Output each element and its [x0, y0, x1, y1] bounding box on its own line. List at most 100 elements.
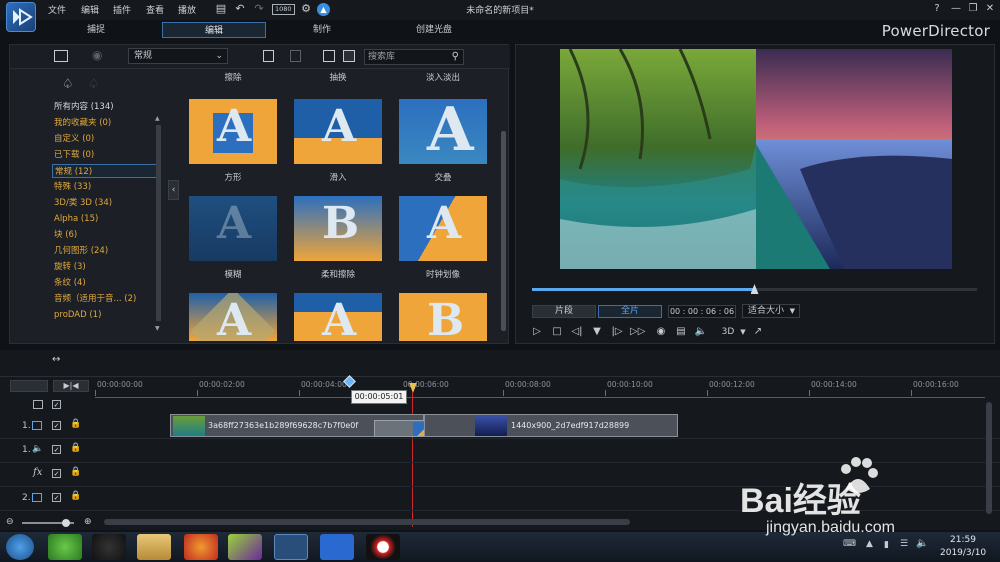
resolution-badge[interactable]: 1080	[272, 4, 295, 15]
video-clip-sea[interactable]: 1440x900_2d7edf917d28899	[424, 414, 678, 437]
transition-thumbnail[interactable]: A	[399, 99, 487, 164]
snapshot-camera-icon[interactable]: ◉	[654, 325, 668, 339]
transition-thumbnail[interactable]: A	[294, 99, 382, 164]
timeline-fit-button[interactable]: ▶|◀	[53, 380, 89, 392]
track-manager-button[interactable]	[10, 380, 48, 392]
transition-thumbnail[interactable]: B	[294, 196, 382, 261]
preview-screen[interactable]	[560, 49, 952, 269]
zoom-slider-knob[interactable]	[62, 519, 70, 527]
transition-thumbnail[interactable]: B	[399, 293, 487, 341]
stop-icon[interactable]: □	[550, 325, 564, 339]
redo-icon[interactable]: ↷	[252, 2, 266, 16]
menu-edit[interactable]: 编辑	[81, 3, 99, 16]
seekbar-fill	[532, 288, 755, 291]
close-icon[interactable]: ✕	[983, 2, 997, 16]
grid-scrollbar[interactable]	[500, 71, 507, 343]
movie-mode-button[interactable]: 全片	[598, 305, 662, 318]
transition-preview-letter: A	[217, 198, 252, 249]
next-frame-icon[interactable]: |▷	[610, 325, 624, 339]
fit-timeline-icon[interactable]: ↔	[52, 354, 60, 365]
split-icon[interactable]: ▼	[590, 325, 604, 339]
transition-label: 方形	[224, 173, 242, 183]
media-player-icon[interactable]	[320, 534, 354, 560]
video-track-2-checkbox[interactable]: ✓	[52, 493, 61, 502]
transition-thumbnail[interactable]: A	[399, 196, 487, 261]
save-icon[interactable]: ▤	[214, 2, 228, 16]
ruler-time-label: 00:00:16:00	[913, 380, 959, 389]
fit-size-dropdown[interactable]: 适合大小 ▼	[742, 304, 800, 318]
subtitle-icon[interactable]: ▤	[674, 325, 688, 339]
browser-360-icon[interactable]	[48, 534, 82, 560]
preview-seekbar[interactable]	[532, 284, 977, 294]
transition-label: 滑入	[329, 173, 347, 183]
track-preview-icon[interactable]	[33, 400, 43, 409]
menu-play[interactable]: 播放	[178, 3, 196, 16]
preview-panel: 片段 全片 00 : 00 : 06 : 06 适合大小 ▼ ▷ □ ◁| ▼ …	[515, 44, 995, 344]
start-button-icon[interactable]	[6, 534, 34, 560]
audio-track-1-checkbox[interactable]: ✓	[52, 445, 61, 454]
tab-edit[interactable]: 编辑	[162, 22, 266, 38]
recorder-icon[interactable]	[366, 534, 400, 560]
grid-scroll-thumb[interactable]	[501, 131, 506, 331]
zoom-out-icon[interactable]: ⊖	[6, 517, 14, 527]
transition-grid: A 方形 A 滑入 A 交叠 A 模糊 B 柔和擦除 A 时钟划像 A A B	[10, 45, 510, 345]
timeline-horizontal-scrollbar[interactable]	[104, 519, 630, 525]
clip-mode-button[interactable]: 片段	[532, 305, 596, 318]
transition-thumbnail[interactable]: A	[294, 293, 382, 341]
restore-icon[interactable]: ❐	[966, 2, 980, 16]
volume-icon[interactable]: 🔈	[694, 325, 708, 339]
menu-file[interactable]: 文件	[48, 3, 66, 16]
track-number: 1.	[22, 421, 31, 431]
transition-thumbnail[interactable]: A	[189, 99, 277, 164]
transition-preview-letter: B	[322, 198, 360, 249]
menu-plugins[interactable]: 插件	[113, 3, 131, 16]
transition-preview-letter: A	[427, 99, 474, 164]
undo-icon[interactable]: ↶	[233, 2, 247, 16]
audio-track-icon: 🔈	[32, 444, 44, 454]
lock-icon[interactable]: 🔒	[70, 467, 81, 477]
help-icon[interactable]: ?	[930, 2, 944, 16]
zoom-slider[interactable]	[22, 519, 74, 527]
ruler-tick	[605, 390, 606, 396]
timecode-display[interactable]: 00 : 00 : 06 : 06	[668, 305, 736, 318]
tab-capture[interactable]: 捕捉	[60, 22, 132, 38]
clip-thumbnail	[173, 416, 205, 436]
track-number: 2.	[22, 493, 31, 503]
timeline-ruler[interactable]: 00:00:00:00 00:00:02:00 00:00:04:00 00:00:0…	[95, 376, 985, 396]
menu-view[interactable]: 查看	[146, 3, 164, 16]
video-track-icon	[32, 421, 42, 430]
tab-create-disc[interactable]: 创建光盘	[398, 22, 470, 38]
transition-preview-letter: A	[217, 295, 252, 341]
prev-frame-icon[interactable]: ◁|	[570, 325, 584, 339]
ruler-baseline	[95, 397, 985, 398]
upgrade-icon[interactable]: ▲	[317, 3, 330, 16]
video-track-1-checkbox[interactable]: ✓	[52, 421, 61, 430]
play-icon[interactable]: ▷	[530, 325, 544, 339]
lock-icon[interactable]: 🔒	[70, 419, 81, 429]
fx-track-checkbox[interactable]: ✓	[52, 469, 61, 478]
app-logo	[6, 2, 36, 32]
settings-gear-icon[interactable]: ⚙	[299, 2, 313, 16]
transition-thumbnail[interactable]: A	[189, 293, 277, 341]
minimize-icon[interactable]: —	[949, 2, 963, 16]
watermark-url: jingyan.baidu.com	[766, 519, 895, 536]
powerdirector-task-icon[interactable]	[274, 534, 308, 560]
camtasia-icon[interactable]	[228, 534, 262, 560]
3d-dropdown-arrow-icon[interactable]: ▼	[736, 325, 750, 339]
transition-thumbnail[interactable]: A	[189, 196, 277, 261]
ruler-tick	[95, 390, 96, 396]
all-tracks-checkbox[interactable]: ✓	[52, 400, 61, 409]
transition-preview-letter: A	[427, 198, 462, 249]
zoom-in-icon[interactable]: ⊕	[84, 517, 92, 527]
fast-forward-icon[interactable]: ▷▷	[630, 325, 645, 339]
firefox-icon[interactable]	[184, 534, 218, 560]
lock-icon[interactable]: 🔒	[70, 491, 81, 501]
tab-produce[interactable]: 制作	[286, 22, 358, 38]
lock-icon[interactable]: 🔒	[70, 443, 81, 453]
qq-icon[interactable]	[92, 534, 126, 560]
file-explorer-icon[interactable]	[137, 534, 171, 560]
undock-icon[interactable]: ↗	[751, 325, 765, 339]
ruler-tick	[707, 390, 708, 396]
clip-name: 1440x900_2d7edf917d28899	[511, 421, 630, 430]
ruler-tick	[809, 390, 810, 396]
